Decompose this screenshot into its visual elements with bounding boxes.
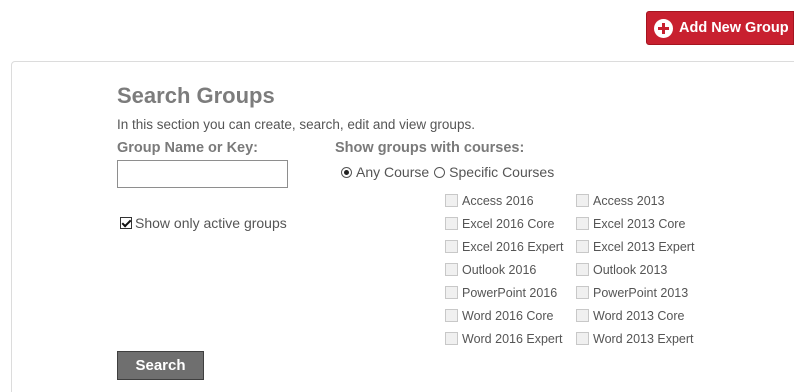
section-description: In this section you can create, search, …	[117, 117, 475, 132]
course-label: Word 2016 Core	[462, 308, 554, 323]
courses-filter-label: Show groups with courses:	[335, 140, 525, 156]
specific-courses-label[interactable]: Specific Courses	[449, 164, 554, 180]
course-checkbox	[576, 194, 589, 207]
course-checkbox	[576, 217, 589, 230]
course-checkbox	[445, 286, 458, 299]
course-checkbox	[445, 217, 458, 230]
course-checkbox-grid: Access 2016 Access 2013 Excel 2016 Core …	[445, 189, 706, 350]
course-option: Access 2016	[445, 189, 576, 212]
course-filter-radio-group: Any Course Specific Courses	[341, 164, 559, 180]
course-label: Excel 2013 Core	[593, 216, 686, 231]
course-checkbox	[445, 194, 458, 207]
course-checkbox	[576, 332, 589, 345]
course-label: Access 2013	[593, 193, 665, 208]
any-course-radio[interactable]	[341, 166, 352, 178]
any-course-label[interactable]: Any Course	[356, 164, 429, 180]
course-option: Excel 2016 Core	[445, 212, 576, 235]
course-option: PowerPoint 2013	[576, 281, 706, 304]
search-button[interactable]: Search	[117, 351, 204, 380]
course-label: Excel 2013 Expert	[593, 239, 695, 254]
course-checkbox	[576, 240, 589, 253]
course-label: Excel 2016 Expert	[462, 239, 564, 254]
course-option: PowerPoint 2016	[445, 281, 576, 304]
page-title: Search Groups	[117, 83, 275, 108]
course-checkbox	[576, 309, 589, 322]
course-checkbox	[445, 263, 458, 276]
plus-circle-icon	[654, 18, 673, 38]
course-label: Word 2016 Expert	[462, 331, 563, 346]
course-label: PowerPoint 2016	[462, 285, 558, 300]
course-label: Word 2013 Core	[593, 308, 685, 323]
course-label: Outlook 2013	[593, 262, 668, 277]
course-checkbox	[445, 240, 458, 253]
course-option: Outlook 2013	[576, 258, 706, 281]
course-option: Word 2013 Expert	[576, 327, 706, 350]
course-option: Access 2013	[576, 189, 706, 212]
course-option: Word 2016 Core	[445, 304, 576, 327]
course-option: Word 2016 Expert	[445, 327, 576, 350]
add-new-group-button[interactable]: Add New Group	[646, 11, 794, 45]
course-option: Outlook 2016	[445, 258, 576, 281]
group-name-input[interactable]	[117, 160, 288, 188]
specific-courses-radio[interactable]	[434, 166, 446, 178]
course-checkbox	[445, 332, 458, 345]
course-label: Outlook 2016	[462, 262, 537, 277]
course-option: Excel 2016 Expert	[445, 235, 576, 258]
active-groups-option[interactable]: Show only active groups	[120, 215, 287, 231]
course-checkbox	[576, 263, 589, 276]
course-checkbox	[445, 309, 458, 322]
show-active-checkbox[interactable]	[120, 217, 132, 229]
course-checkbox	[576, 286, 589, 299]
course-option: Excel 2013 Expert	[576, 235, 706, 258]
course-option: Excel 2013 Core	[576, 212, 706, 235]
course-label: Excel 2016 Core	[462, 216, 555, 231]
course-label: PowerPoint 2013	[593, 285, 689, 300]
page: Add New Group Search Groups In this sect…	[0, 0, 794, 392]
add-new-group-label: Add New Group	[679, 20, 789, 36]
show-active-label[interactable]: Show only active groups	[135, 215, 287, 231]
group-name-label: Group Name or Key:	[117, 140, 258, 156]
course-label: Access 2016	[462, 193, 534, 208]
course-label: Word 2013 Expert	[593, 331, 694, 346]
course-option: Word 2013 Core	[576, 304, 706, 327]
